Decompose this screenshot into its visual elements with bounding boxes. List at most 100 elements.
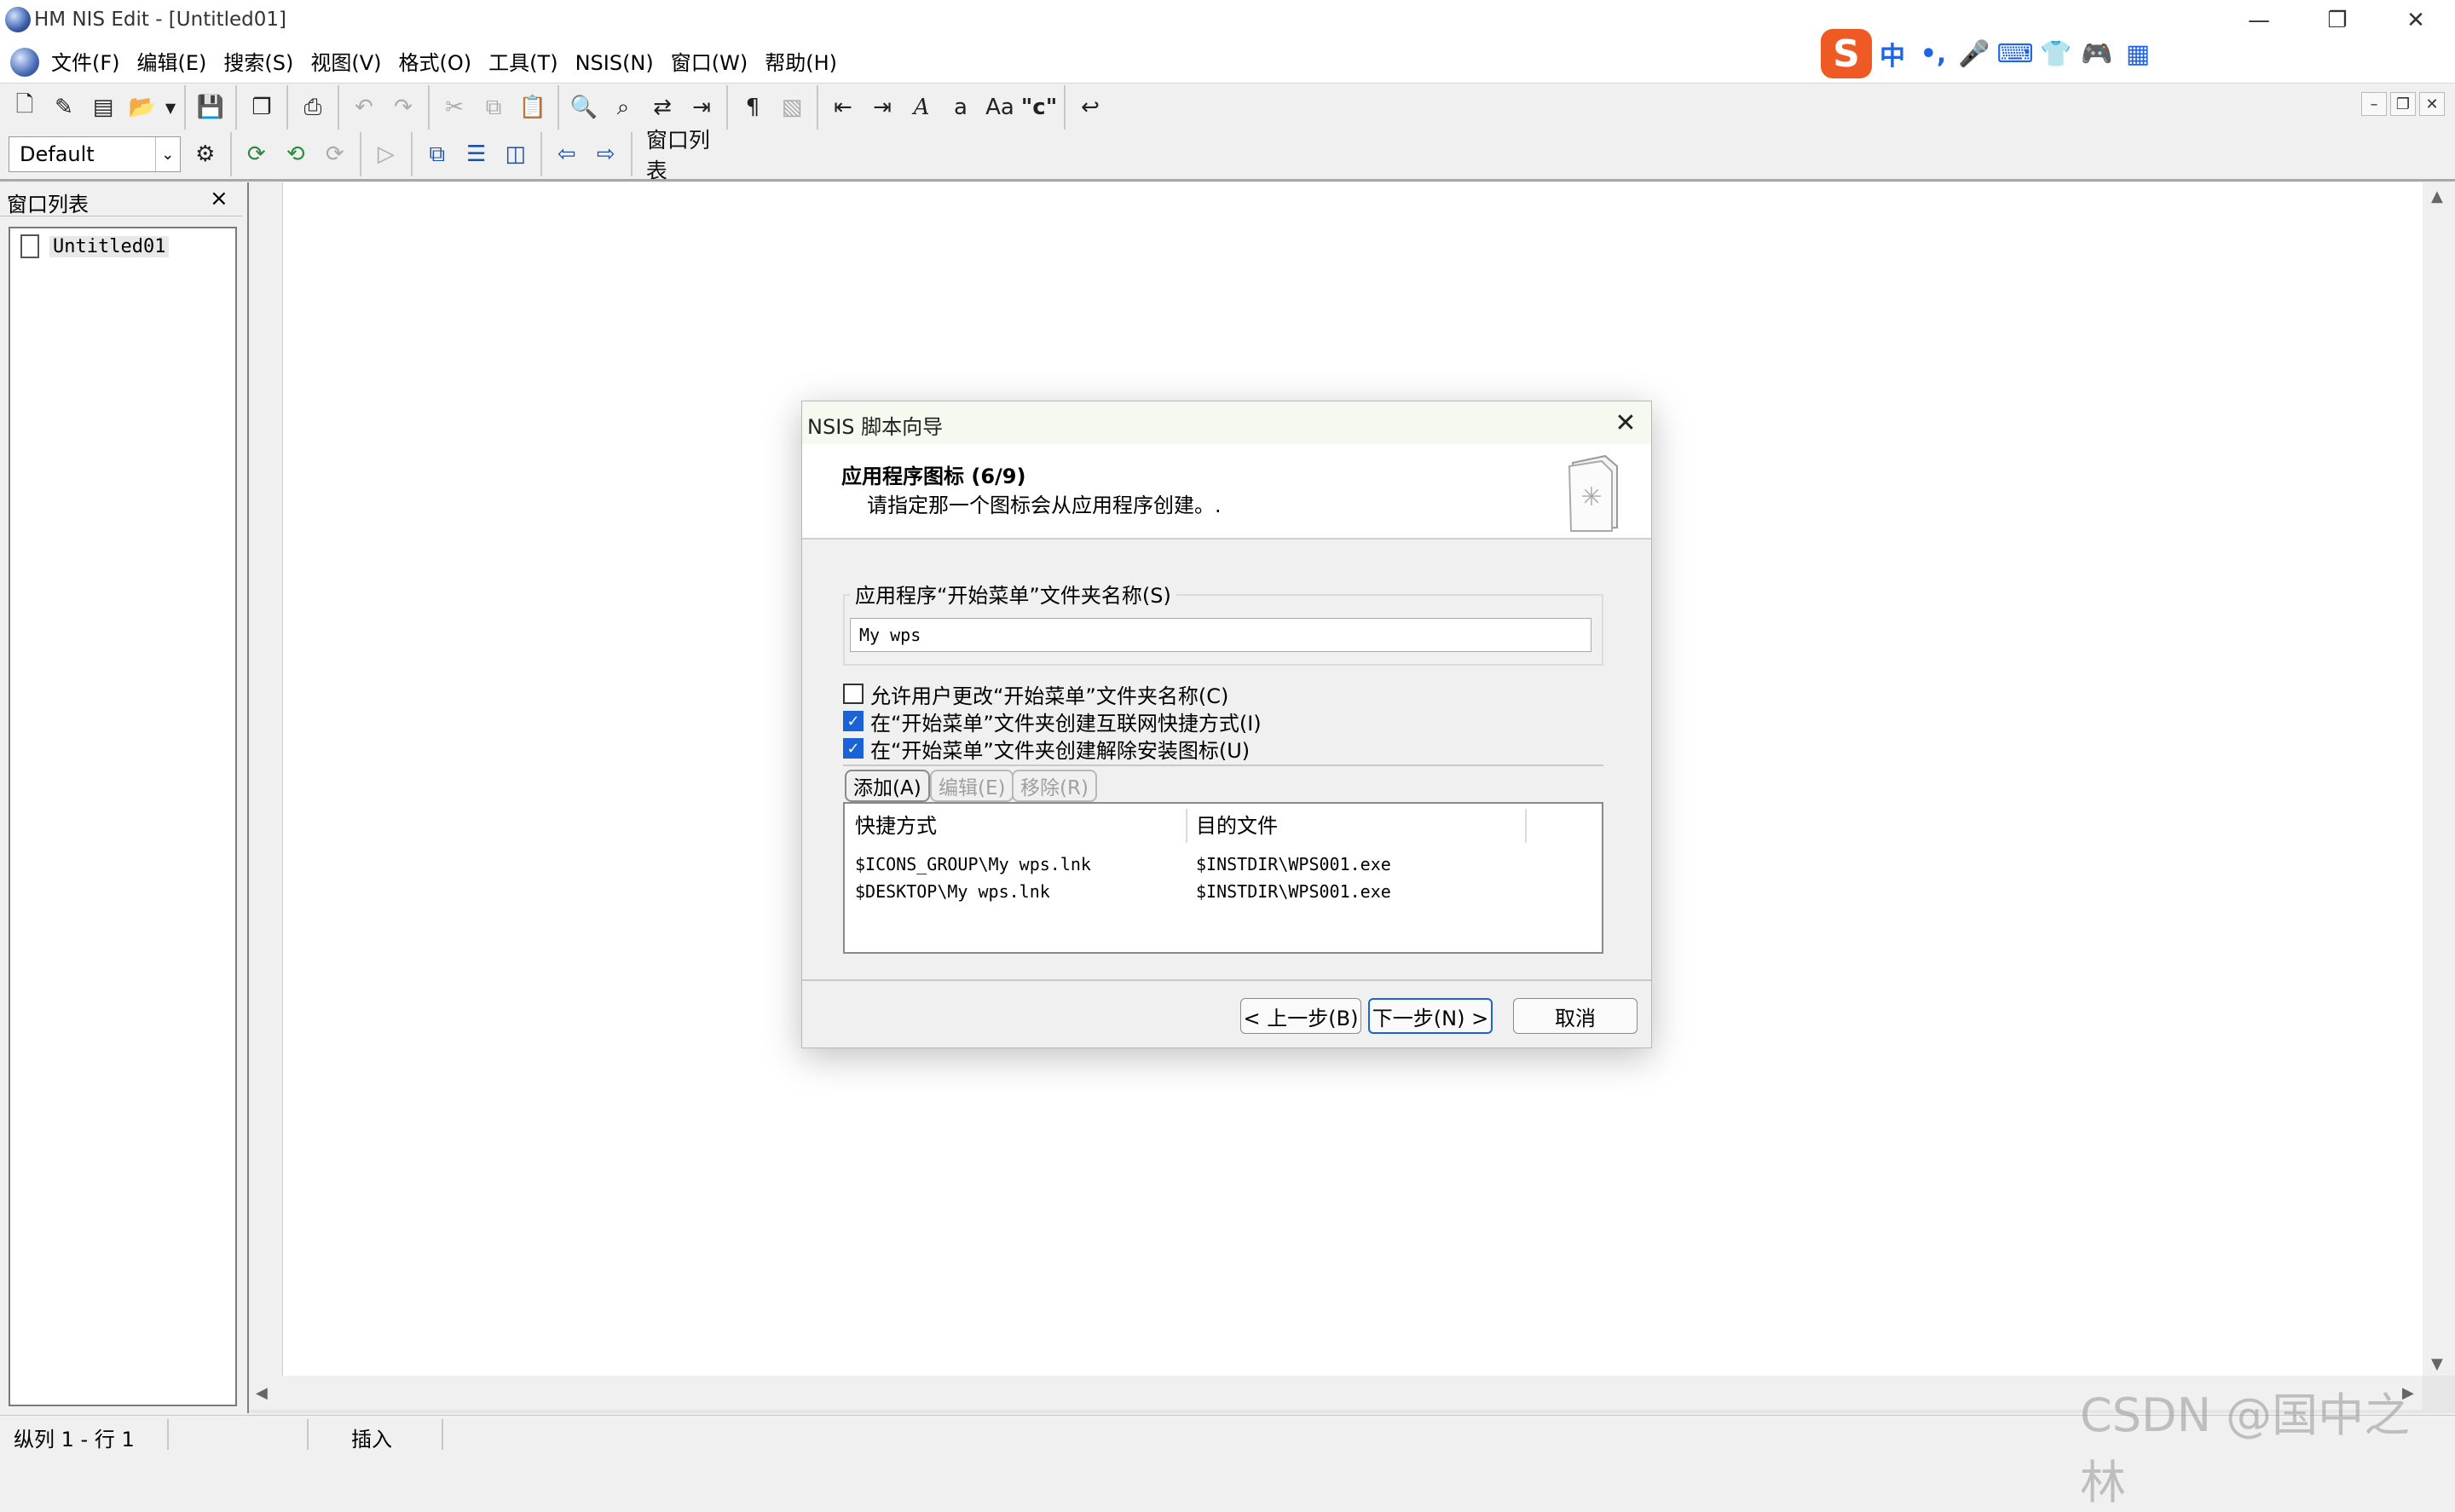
checkbox-checked[interactable]: ✓ <box>843 711 864 731</box>
save-all-icon[interactable]: ❐ <box>242 88 281 127</box>
app-menu-icon[interactable] <box>10 48 39 77</box>
dialog-footer-divider <box>802 979 1651 981</box>
tile-vertical-icon[interactable]: ◫ <box>496 135 535 174</box>
menu-tools[interactable]: 工具(T) <box>480 46 566 80</box>
find-next-icon[interactable]: ⌕ <box>604 88 643 127</box>
keyboard-icon[interactable]: ⌨ <box>1995 33 2036 74</box>
minimize-button[interactable]: — <box>2220 0 2298 41</box>
back-button[interactable]: < 上一步(B) <box>1240 998 1361 1034</box>
cursor-position: 纵列 1 - 行 1 <box>14 1428 135 1451</box>
menu-edit[interactable]: 编辑(E) <box>129 46 216 80</box>
panel-close-icon[interactable]: × <box>210 186 228 211</box>
mdi-minimize-button[interactable]: – <box>2361 92 2387 116</box>
maximize-button[interactable]: ❐ <box>2298 0 2377 41</box>
template-icon[interactable]: ▤ <box>84 88 123 127</box>
skin-icon[interactable]: 👕 <box>2036 33 2077 74</box>
checkbox-checked[interactable]: ✓ <box>843 738 864 759</box>
remove-shortcut-button[interactable]: 移除(R) <box>1012 770 1097 802</box>
game-icon[interactable]: 🎮 <box>2077 33 2117 74</box>
close-button[interactable]: ✕ <box>2377 0 2455 41</box>
document-icon <box>20 234 39 258</box>
cancel-button[interactable]: 取消 <box>1513 998 1638 1034</box>
toolbar-divider <box>0 179 2455 182</box>
next-window-icon[interactable]: ⇨ <box>586 135 626 174</box>
menu-format[interactable]: 格式(O) <box>390 46 481 80</box>
sogou-logo-icon[interactable]: S <box>1821 29 1872 78</box>
paste-icon[interactable]: 📋 <box>513 88 552 127</box>
toolbox-grid-icon[interactable]: ▦ <box>2117 33 2158 74</box>
checkbox-unchecked[interactable] <box>843 684 864 704</box>
shortcut-table[interactable]: 快捷方式 目的文件 $ICONS_GROUP\My wps.lnk $INSTD… <box>843 802 1603 954</box>
table-row[interactable]: $ICONS_GROUP\My wps.lnk $INSTDIR\WPS001.… <box>855 851 1588 877</box>
menu-nsis[interactable]: NSIS(N) <box>567 46 662 80</box>
column-header-shortcut[interactable]: 快捷方式 <box>855 809 937 843</box>
goto-line-icon[interactable]: ⇥ <box>682 88 721 127</box>
chevron-down-icon[interactable]: ⌄ <box>154 137 180 171</box>
create-uninstall-icon-checkbox[interactable]: ✓ 在“开始菜单”文件夹创建解除安装图标(U) <box>843 736 1250 763</box>
mdi-restore-button[interactable]: ❐ <box>2390 92 2416 116</box>
show-whitespace-icon[interactable]: ¶ <box>733 88 772 127</box>
outdent-icon[interactable]: ⇥ <box>863 88 902 127</box>
toolbar-group-clipboard: ✂ ⧉ 📋 <box>430 85 559 130</box>
find-icon[interactable]: 🔍 <box>564 88 604 127</box>
redo-icon[interactable]: ↷ <box>384 88 423 127</box>
column-divider[interactable] <box>1525 809 1527 843</box>
word-wrap-icon[interactable]: ↩ <box>1071 88 1110 127</box>
copy-icon[interactable]: ⧉ <box>474 88 513 127</box>
window-list: Untitled01 <box>9 227 237 1406</box>
save-icon[interactable]: 💾 <box>191 88 230 127</box>
open-folder-icon[interactable]: 📂 <box>123 88 162 127</box>
create-internet-shortcut-checkbox[interactable]: ✓ 在“开始菜单”文件夹创建互联网快捷方式(I) <box>843 708 1262 736</box>
new-file-icon[interactable]: 🗋 <box>5 88 44 127</box>
toolbar-group-print: ⎙ <box>288 85 339 130</box>
vertical-scrollbar[interactable]: ▲ ▼ <box>2423 182 2455 1376</box>
previous-window-icon[interactable]: ⇦ <box>547 135 586 174</box>
ime-toolbar: S 中 •, 🎤 ⌨ 👕 🎮 ▦ <box>1821 29 2158 78</box>
menu-view[interactable]: 视图(V) <box>302 46 390 80</box>
mdi-close-button[interactable]: ✕ <box>2419 92 2445 116</box>
open-dropdown-icon[interactable]: ▼ <box>162 88 179 127</box>
scroll-down-icon[interactable]: ▼ <box>2431 1355 2443 1373</box>
menu-search[interactable]: 搜索(S) <box>215 46 302 80</box>
column-header-target[interactable]: 目的文件 <box>1196 809 1278 843</box>
compile-icon[interactable]: ⟳ <box>237 135 276 174</box>
quote-icon[interactable]: "c" <box>1020 88 1059 127</box>
next-button[interactable]: 下一步(N) > <box>1368 998 1493 1034</box>
compile-run-icon[interactable]: ⟲ <box>276 135 315 174</box>
table-row[interactable]: $DESKTOP\My wps.lnk $INSTDIR\WPS001.exe <box>855 879 1588 904</box>
microphone-icon[interactable]: 🎤 <box>1954 33 1995 74</box>
word-wrap-view-icon[interactable]: ▧ <box>772 88 812 127</box>
allow-change-folder-checkbox[interactable]: 允许用户更改“开始菜单”文件夹名称(C) <box>843 681 1228 708</box>
uppercase-icon[interactable]: A <box>902 88 941 127</box>
new-wizard-icon[interactable]: ✎ <box>44 88 84 127</box>
menu-file[interactable]: 文件(F) <box>43 46 129 80</box>
stop-compile-icon[interactable]: ⟳ <box>315 135 355 174</box>
toolbar-group-wrap: ↩ <box>1066 85 1115 130</box>
list-item[interactable]: Untitled01 <box>20 234 170 259</box>
toggle-case-icon[interactable]: Aa <box>980 88 1020 127</box>
menu-window[interactable]: 窗口(W) <box>662 46 756 80</box>
insert-mode: 插入 <box>351 1428 392 1451</box>
print-icon[interactable]: ⎙ <box>293 88 332 127</box>
dialog-close-icon[interactable]: ✕ <box>1607 405 1644 441</box>
scroll-left-icon[interactable]: ◀ <box>256 1384 268 1402</box>
edit-config-icon[interactable]: ⚙ <box>186 135 225 174</box>
tile-horizontal-icon[interactable]: ☰ <box>457 135 496 174</box>
replace-icon[interactable]: ⇄ <box>643 88 682 127</box>
window-list-button[interactable]: 窗口列表 <box>638 128 736 183</box>
add-shortcut-button[interactable]: 添加(A) <box>845 770 930 802</box>
scroll-up-icon[interactable]: ▲ <box>2431 188 2443 205</box>
lowercase-icon[interactable]: a <box>941 88 980 127</box>
run-icon[interactable]: ▷ <box>367 135 406 174</box>
column-divider[interactable] <box>1186 809 1187 843</box>
config-combo[interactable]: Default ⌄ <box>9 136 181 172</box>
undo-icon[interactable]: ↶ <box>344 88 384 127</box>
cascade-icon[interactable]: ⧉ <box>418 135 457 174</box>
ime-punctuation-button[interactable]: •, <box>1913 33 1954 74</box>
ime-language-button[interactable]: 中 <box>1872 33 1913 74</box>
menu-help[interactable]: 帮助(H) <box>756 46 846 80</box>
cut-icon[interactable]: ✂ <box>435 88 474 127</box>
indent-icon[interactable]: ⇤ <box>823 88 863 127</box>
start-menu-folder-input[interactable] <box>850 618 1591 652</box>
edit-shortcut-button[interactable]: 编辑(E) <box>930 770 1014 802</box>
